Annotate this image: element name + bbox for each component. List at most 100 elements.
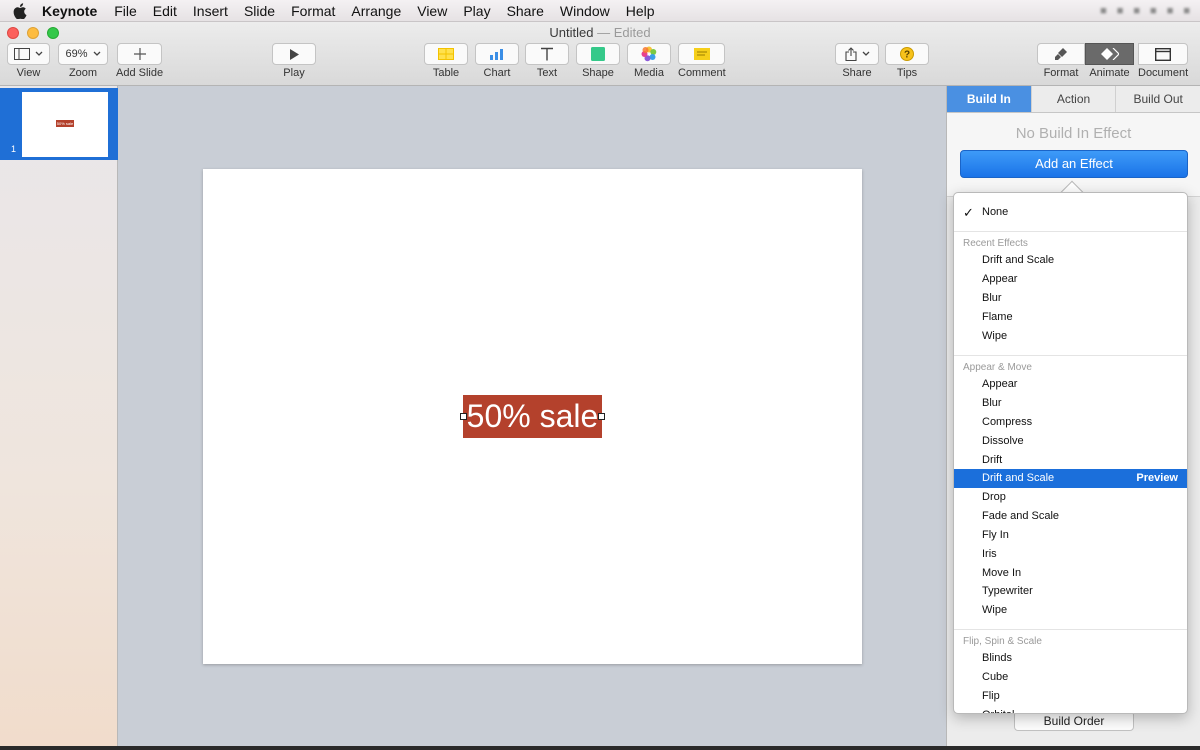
view-tool: View (7, 43, 50, 80)
animate-label: Animate (1089, 67, 1130, 79)
chevron-down-icon (862, 51, 869, 56)
menu-share[interactable]: Share (499, 0, 552, 22)
share-button[interactable] (835, 43, 879, 65)
apple-menu-icon[interactable] (0, 2, 40, 19)
status-icon: ■ (1133, 5, 1141, 17)
menu-play[interactable]: Play (455, 0, 498, 22)
menu-divider (954, 355, 1187, 356)
shape-icon (591, 47, 605, 61)
menu-arrange[interactable]: Arrange (343, 0, 409, 22)
menu-item-effect[interactable]: Fly In (954, 526, 1187, 545)
add-effect-button[interactable]: Add an Effect (960, 150, 1188, 178)
shape-button[interactable] (576, 43, 620, 65)
view-button[interactable] (7, 43, 50, 65)
play-button[interactable] (272, 43, 316, 65)
menu-item-recent[interactable]: Blur (954, 289, 1187, 308)
document-name[interactable]: Untitled (549, 25, 593, 40)
menu-item-recent[interactable]: Drift and Scale (954, 251, 1187, 270)
menu-insert[interactable]: Insert (185, 0, 236, 22)
add-slide-button[interactable] (117, 43, 163, 65)
slide[interactable]: 50% sale (203, 169, 862, 664)
add-slide-label: Add Slide (116, 67, 164, 79)
menu-item-effect[interactable]: Iris (954, 545, 1187, 564)
text-tool: Text (525, 43, 569, 80)
menu-app-name[interactable]: Keynote (40, 0, 106, 22)
document-label: Document (1138, 67, 1189, 79)
preview-button[interactable]: Preview (1136, 469, 1178, 488)
toolbar: Untitled — Edited View 69% Zoom Add Slid… (0, 22, 1200, 86)
menu-item-effect[interactable]: Fade and Scale (954, 507, 1187, 526)
menu-item-recent[interactable]: Appear (954, 270, 1187, 289)
menu-item-effect[interactable]: Move In (954, 564, 1187, 583)
menu-format[interactable]: Format (283, 0, 343, 22)
effect-menu: ✓ None Recent Effects Drift and Scale Ap… (953, 192, 1188, 714)
menu-item-effect[interactable]: Flip (954, 687, 1187, 706)
menu-item-effect[interactable]: Appear (954, 375, 1187, 394)
build-order-button[interactable]: Build Order (1014, 711, 1134, 731)
menu-item-effect[interactable]: Dissolve (954, 432, 1187, 451)
zoom-select[interactable]: 69% (58, 43, 108, 65)
menu-help[interactable]: Help (618, 0, 663, 22)
question-icon: ? (900, 47, 914, 61)
resize-handle-left[interactable] (460, 413, 467, 420)
slide-text: 50% sale (466, 398, 599, 434)
menu-window[interactable]: Window (552, 0, 618, 22)
menu-view[interactable]: View (409, 0, 455, 22)
menu-item-effect[interactable]: Blur (954, 394, 1187, 413)
tab-build-out[interactable]: Build Out (1115, 86, 1200, 112)
media-button[interactable] (627, 43, 671, 65)
tab-action[interactable]: Action (1030, 86, 1116, 112)
menu-edit[interactable]: Edit (145, 0, 185, 22)
tips-button[interactable]: ? (885, 43, 929, 65)
tips-tool: ? Tips (885, 43, 929, 80)
menu-file[interactable]: File (106, 0, 145, 22)
document-title: Untitled — Edited (0, 24, 1200, 42)
media-tool: Media (627, 43, 671, 80)
status-icons: ■ ■ ■ ■ ■ ■ (1100, 0, 1190, 22)
menu-slide[interactable]: Slide (236, 0, 283, 22)
comment-button[interactable] (678, 43, 726, 65)
slide-thumbnail[interactable]: 50% sale (22, 92, 108, 157)
menu-item-effect-highlighted[interactable]: Drift and Scale Preview (954, 469, 1187, 488)
chevron-down-icon (93, 51, 100, 56)
menu-item-effect[interactable]: Typewriter (954, 582, 1187, 601)
menu-item-effect[interactable]: Cube (954, 668, 1187, 687)
menu-divider (954, 629, 1187, 630)
shape-label: Shape (582, 67, 614, 79)
animate-button[interactable] (1085, 43, 1134, 65)
menu-item-effect[interactable]: Blinds (954, 649, 1187, 668)
menu-item-effect[interactable]: Drop (954, 488, 1187, 507)
tab-build-in[interactable]: Build In (947, 86, 1031, 112)
document-button[interactable] (1138, 43, 1189, 65)
chart-button[interactable] (475, 43, 519, 65)
play-label: Play (283, 67, 305, 79)
add-slide-tool: Add Slide (116, 43, 163, 80)
title-separator: — (597, 25, 611, 40)
share-tool: Share (835, 43, 879, 80)
menu-item-effect[interactable]: Drift (954, 451, 1187, 470)
menu-item-none[interactable]: ✓ None (954, 203, 1187, 222)
text-button[interactable] (525, 43, 569, 65)
format-button[interactable] (1037, 43, 1085, 65)
checkmark-icon: ✓ (963, 205, 974, 220)
menu-item-effect[interactable]: Wipe (954, 601, 1187, 620)
format-tool: Format (1037, 43, 1085, 80)
inspector-tabs: Build In Action Build Out (947, 86, 1200, 113)
status-icon: ■ (1166, 5, 1174, 17)
slide-text-box[interactable]: 50% sale (460, 395, 605, 438)
tips-label: Tips (896, 67, 918, 79)
slide-thumbnail-selected[interactable]: 50% sale 1 (0, 88, 118, 160)
slide-navigator: 50% sale 1 (0, 86, 118, 750)
menu-item-effect[interactable]: Orbital (954, 706, 1187, 713)
chart-tool: Chart (475, 43, 519, 80)
resize-handle-right[interactable] (598, 413, 605, 420)
table-label: Table (432, 67, 460, 79)
media-label: Media (634, 67, 664, 79)
zoom-tool: 69% Zoom (58, 43, 108, 80)
svg-text:?: ? (904, 50, 910, 61)
menu-item-recent[interactable]: Wipe (954, 327, 1187, 346)
status-icon: ■ (1183, 5, 1190, 17)
table-button[interactable] (424, 43, 468, 65)
menu-item-effect[interactable]: Compress (954, 413, 1187, 432)
menu-item-recent[interactable]: Flame (954, 308, 1187, 327)
